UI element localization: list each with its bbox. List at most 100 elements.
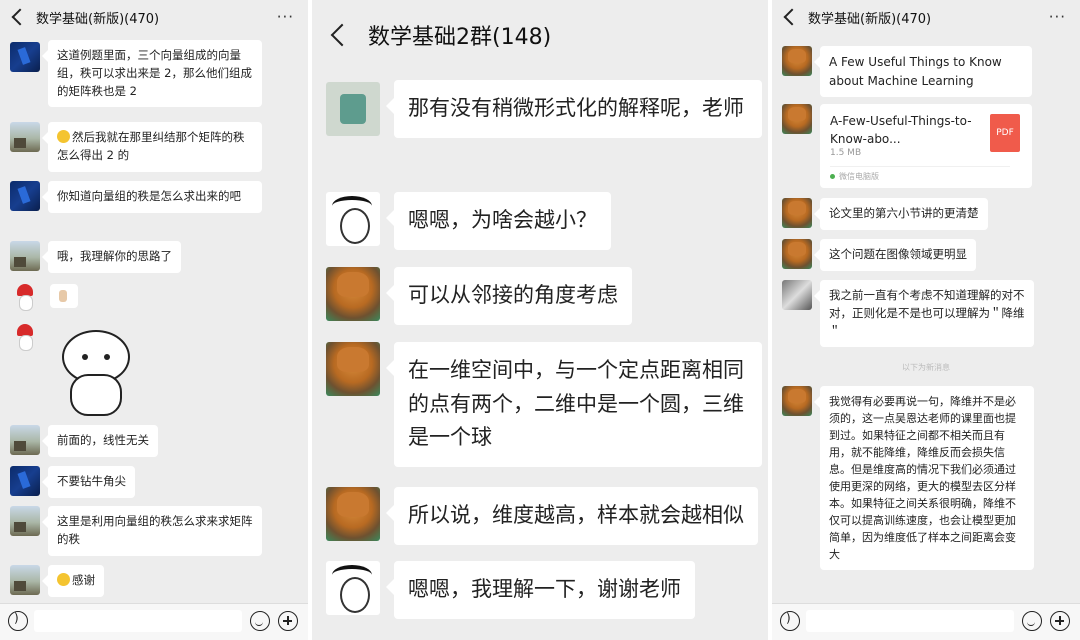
avatar[interactable] <box>326 487 380 541</box>
message-text: 然后我就在那里纠结那个矩阵的秩怎么得出 2 的 <box>57 130 245 162</box>
message: 前面的，线性无关 <box>0 425 308 457</box>
message-text: 可以从邻接的角度考虑 <box>408 283 618 307</box>
left-chat-panel: 数学基础(新版)(470) ··· 这道例题里面，三个向量组成的向量组，秩可以求… <box>0 0 308 640</box>
message-input[interactable] <box>34 610 242 632</box>
message-bubble: 哦，我理解你的思路了 <box>42 241 181 273</box>
message: A-Few-Useful-Things-to-Know-abo... 1.5 M… <box>772 104 1080 188</box>
input-bar <box>0 603 308 640</box>
plus-icon[interactable] <box>1050 611 1070 631</box>
message: 这道例题里面，三个向量组成的向量组，秩可以求出来是 2，那么他们组成的矩阵秩也是… <box>0 40 308 115</box>
avatar[interactable] <box>782 46 812 76</box>
voice-icon[interactable] <box>8 611 28 631</box>
message-text: 这道例题里面，三个向量组成的向量组，秩可以求出来是 2，那么他们组成的矩阵秩也是… <box>57 48 252 98</box>
message-text: 这个问题在图像领域更明显 <box>829 247 967 261</box>
message-bubble: 感谢 <box>42 565 104 597</box>
file-source: 微信电脑版 <box>830 166 1010 182</box>
avatar[interactable] <box>10 322 40 352</box>
middle-chat-panel: 数学基础2群(148) 那有没有稍微形式化的解释呢，老师 嗯嗯，为啥会越小？ 可… <box>312 0 768 640</box>
avatar[interactable] <box>10 181 40 211</box>
message: 不要钻牛角尖 <box>0 466 308 498</box>
avatar[interactable] <box>782 104 812 134</box>
message-bubble: 可以从邻接的角度考虑 <box>386 267 632 325</box>
back-arrow-icon[interactable] <box>783 8 801 26</box>
avatar[interactable] <box>326 82 380 136</box>
smile-icon[interactable] <box>250 611 270 631</box>
avatar[interactable] <box>10 241 40 271</box>
message-bubble: 论文里的第六小节讲的更清楚 <box>814 198 988 230</box>
right-chat-panel: 数学基础(新版)(470) ··· A Few Useful Things to… <box>772 0 1080 640</box>
message-text: 嗯嗯，为啥会越小？ <box>408 208 597 232</box>
message-bubble: 那有没有稍微形式化的解释呢，老师 <box>386 80 762 138</box>
new-messages-divider: 以下为新消息 <box>902 363 950 372</box>
message: 嗯嗯，为啥会越小？ <box>312 192 768 250</box>
message-text: 嗯嗯，我理解一下，谢谢老师 <box>408 577 681 601</box>
message-text: 不要钻牛角尖 <box>57 474 126 488</box>
message: A Few Useful Things to Know about Machin… <box>772 46 1080 98</box>
avatar[interactable] <box>10 42 40 72</box>
thumbs-up-sticker <box>50 284 78 308</box>
more-options-icon[interactable]: ··· <box>277 8 294 26</box>
voice-icon[interactable] <box>780 611 800 631</box>
message-text: 在一维空间中，与一个定点距离相同的点有两个，二维中是一个圆，三维是一个球 <box>408 358 744 450</box>
chat-title: 数学基础(新版)(470) <box>36 11 160 27</box>
avatar[interactable] <box>326 342 380 396</box>
message-bubble: 我之前一直有个考虑不知道理解的对不对，正则化是不是也可以理解为＂降维＂ <box>814 280 1034 348</box>
message-text: 你知道向量组的秩是怎么求出来的吧 <box>57 189 241 203</box>
message <box>0 322 308 422</box>
avatar[interactable] <box>10 565 40 595</box>
message: 哦，我理解你的思路了 <box>0 241 308 273</box>
avatar[interactable] <box>10 282 40 312</box>
message-input[interactable] <box>806 610 1014 632</box>
message: 你知道向量组的秩是怎么求出来的吧 <box>0 181 308 231</box>
smile-icon[interactable] <box>1022 611 1042 631</box>
message-bubble: 这个问题在图像领域更明显 <box>814 239 976 271</box>
message-text: 论文里的第六小节讲的更清楚 <box>829 206 979 220</box>
chat-title: 数学基础2群(148) <box>368 25 552 50</box>
message-bubble: 所以说，维度越高，样本就会越相似 <box>386 487 758 545</box>
message: 我觉得有必要再说一句，降维并不是必须的，这一点吴恩达老师的课里面也提到过。如果特… <box>772 386 1080 586</box>
message-bubble: 我觉得有必要再说一句，降维并不是必须的，这一点吴恩达老师的课里面也提到过。如果特… <box>814 386 1034 571</box>
avatar[interactable] <box>782 280 812 310</box>
message: 然后我就在那里纠结那个矩阵的秩怎么得出 2 的 <box>0 122 308 172</box>
avatar[interactable] <box>326 192 380 246</box>
message: 我之前一直有个考虑不知道理解的对不对，正则化是不是也可以理解为＂降维＂ <box>772 280 1080 348</box>
sweat-smile-icon <box>57 573 70 586</box>
message-text: 所以说，维度越高，样本就会越相似 <box>408 503 744 527</box>
avatar[interactable] <box>782 239 812 269</box>
avatar[interactable] <box>10 506 40 536</box>
file-name: A-Few-Useful-Things-to-Know-abo... <box>830 114 972 146</box>
chat-header: 数学基础2群(148) <box>312 0 768 70</box>
back-arrow-icon[interactable] <box>11 8 29 26</box>
message-text: A Few Useful Things to Know about Machin… <box>829 55 1002 88</box>
input-bar <box>772 603 1080 640</box>
pdf-file-icon: PDF <box>990 114 1020 152</box>
message-bubble: 在一维空间中，与一个定点距离相同的点有两个，二维中是一个圆，三维是一个球 <box>386 342 762 467</box>
chat-header: 数学基础(新版)(470) ··· <box>0 0 308 34</box>
avatar[interactable] <box>10 466 40 496</box>
message-text: 我觉得有必要再说一句，降维并不是必须的，这一点吴恩达老师的课里面也提到过。如果特… <box>829 395 1016 562</box>
message: 在一维空间中，与一个定点距离相同的点有两个，二维中是一个圆，三维是一个球 <box>312 342 768 468</box>
file-card[interactable]: A-Few-Useful-Things-to-Know-abo... 1.5 M… <box>820 104 1032 188</box>
message-text: 那有没有稍微形式化的解释呢，老师 <box>408 96 744 120</box>
avatar[interactable] <box>782 386 812 416</box>
message-text: 哦，我理解你的思路了 <box>57 249 172 263</box>
message: 感谢 <box>0 565 308 597</box>
sweat-smile-icon <box>57 130 70 143</box>
plus-icon[interactable] <box>278 611 298 631</box>
chat-header: 数学基础(新版)(470) ··· <box>772 0 1080 34</box>
avatar[interactable] <box>326 267 380 321</box>
avatar[interactable] <box>10 425 40 455</box>
message-bubble: 这里是利用向量组的秩怎么求来求矩阵的秩 <box>42 506 262 556</box>
avatar[interactable] <box>326 561 380 615</box>
bear-sticker <box>58 330 130 416</box>
avatar[interactable] <box>782 198 812 228</box>
message-text: 前面的，线性无关 <box>57 433 149 447</box>
message: 可以从邻接的角度考虑 <box>312 267 768 325</box>
avatar[interactable] <box>10 122 40 152</box>
message-bubble: 不要钻牛角尖 <box>42 466 135 498</box>
message-text: 这里是利用向量组的秩怎么求来求矩阵的秩 <box>57 514 253 546</box>
message: 嗯嗯，我理解一下，谢谢老师 <box>312 561 768 619</box>
back-arrow-icon[interactable] <box>330 23 354 47</box>
more-options-icon[interactable]: ··· <box>1049 8 1066 26</box>
message-text: 感谢 <box>72 573 95 587</box>
